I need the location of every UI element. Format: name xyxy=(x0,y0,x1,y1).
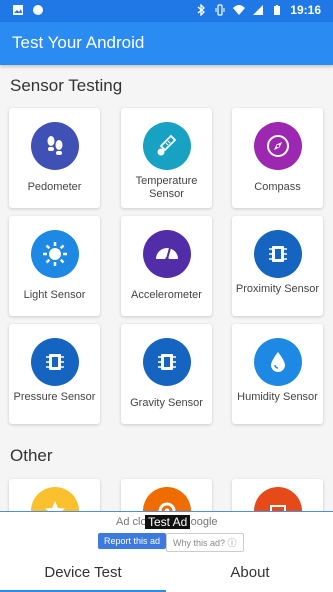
app-bar: Test Your Android xyxy=(0,22,333,65)
thermometer-icon xyxy=(143,122,191,170)
sensor-label: Gravity Sensor xyxy=(130,397,203,409)
tab-about[interactable]: About xyxy=(167,553,333,592)
gauge-icon xyxy=(143,230,191,278)
wifi-icon xyxy=(233,5,246,15)
sensor-label: Compass xyxy=(254,181,301,193)
vibrate-icon xyxy=(215,4,225,16)
chip-icon xyxy=(31,338,79,386)
sensor-label: Temperature Sensor xyxy=(135,175,198,200)
sensor-card-gravity[interactable]: Gravity Sensor xyxy=(121,324,212,424)
sensor-card-proximity[interactable]: Proximity Sensor xyxy=(232,216,323,316)
sensor-card-light[interactable]: Light Sensor xyxy=(9,216,100,316)
chip-icon xyxy=(254,230,302,278)
chip-icon xyxy=(143,338,191,386)
bluetooth-icon xyxy=(197,4,206,16)
sensor-card-humidity[interactable]: Humidity Sensor xyxy=(232,324,323,424)
battery-icon xyxy=(274,5,281,15)
sun-icon xyxy=(31,230,79,278)
sensor-label: Proximity Sensor xyxy=(235,283,320,295)
signal-icon xyxy=(253,5,264,15)
footprints-icon xyxy=(31,122,79,170)
app-title: Test Your Android xyxy=(12,33,145,52)
sensor-label: Pedometer xyxy=(27,181,82,193)
image-icon xyxy=(13,5,23,15)
test-ad-label: Test Ad xyxy=(145,515,191,529)
report-ad-button[interactable]: Report this ad xyxy=(98,533,167,549)
sensor-card-pedometer[interactable]: Pedometer xyxy=(9,108,100,208)
sensor-card-compass[interactable]: Compass xyxy=(232,108,323,208)
drop-icon xyxy=(254,338,302,386)
section-title-other: Other xyxy=(10,446,53,465)
tab-device-test[interactable]: Device Test xyxy=(0,553,166,592)
sensor-card-pressure[interactable]: Pressure Sensor xyxy=(9,324,100,424)
status-time: 19:16 xyxy=(290,3,321,17)
sensor-label: Light Sensor xyxy=(23,289,86,301)
bottom-navigation: Device Test About xyxy=(0,553,333,592)
sensor-card-accelerometer[interactable]: Accelerometer xyxy=(121,216,212,316)
why-this-ad-button[interactable]: Why this ad? ⓘ xyxy=(166,533,244,552)
sensor-card-temperature[interactable]: Temperature Sensor xyxy=(121,108,212,208)
section-title-sensor-testing: Sensor Testing xyxy=(10,76,123,95)
sensor-label: Accelerometer xyxy=(131,289,202,301)
sensor-label: Pressure Sensor xyxy=(13,391,96,403)
sensor-label: Humidity Sensor xyxy=(237,391,318,403)
ad-banner: Ad closed by Google Test Ad Report this … xyxy=(0,511,333,553)
compass-icon xyxy=(254,122,302,170)
circle-status-icon xyxy=(33,5,43,15)
status-bar: 19:16 xyxy=(0,0,333,22)
